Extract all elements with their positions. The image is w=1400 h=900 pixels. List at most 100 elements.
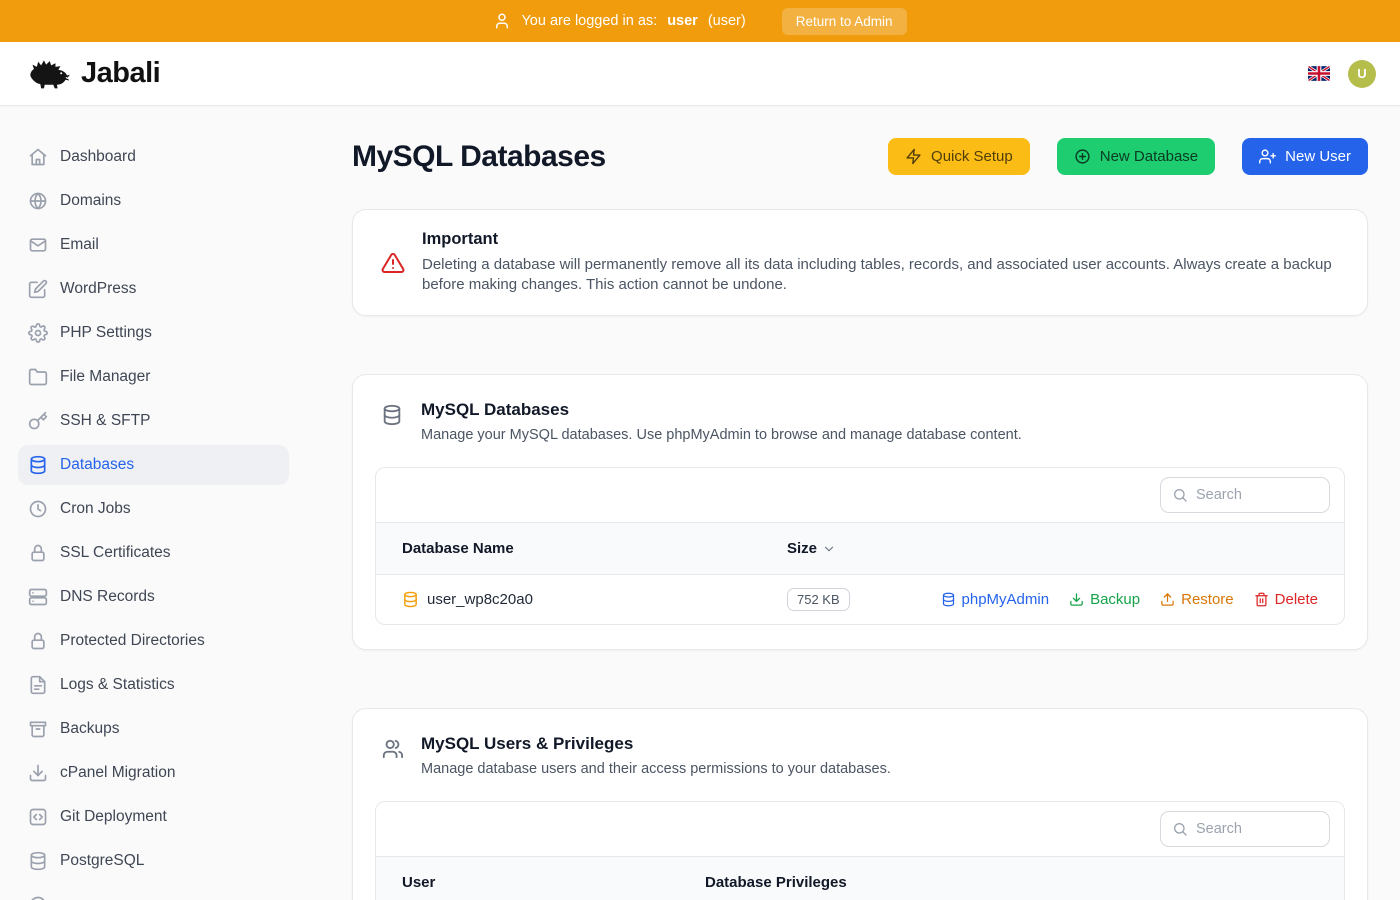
home-icon: [28, 147, 48, 167]
databases-section-title: MySQL Databases: [421, 400, 1022, 420]
download-icon: [28, 763, 48, 783]
person-icon: [493, 12, 511, 30]
sidebar-item-dns-records[interactable]: DNS Records: [18, 577, 289, 617]
databases-search-input[interactable]: [1196, 487, 1318, 503]
backup-label: Backup: [1090, 591, 1140, 608]
sidebar-item-label: Backups: [60, 720, 119, 738]
database-icon: [28, 851, 48, 871]
database-icon: [941, 592, 956, 607]
logged-in-text: You are logged in as:: [521, 13, 657, 29]
phpmyadmin-link[interactable]: phpMyAdmin: [941, 591, 1050, 608]
sidebar-item-cron-jobs[interactable]: Cron Jobs: [18, 489, 289, 529]
clock-icon: [28, 499, 48, 519]
users-section-title: MySQL Users & Privileges: [421, 734, 891, 754]
sidebar-item-label: WordPress: [60, 280, 136, 298]
databases-table-header: Database Name Size: [376, 523, 1344, 574]
database-size-badge: 752 KB: [787, 588, 850, 611]
users-search-box: [1160, 811, 1330, 847]
new-database-button[interactable]: New Database: [1057, 138, 1215, 175]
sidebar-item-label: DNS Records: [60, 588, 155, 606]
sidebar-item-wordpress[interactable]: WordPress: [18, 269, 289, 309]
database-name: user_wp8c20a0: [427, 591, 533, 608]
sidebar-item-postgresql[interactable]: PostgreSQL: [18, 841, 289, 881]
delete-link[interactable]: Delete: [1254, 591, 1318, 608]
column-user: User: [402, 874, 705, 891]
key-icon: [28, 411, 48, 431]
mail-icon: [28, 235, 48, 255]
users-icon: [381, 738, 403, 760]
sidebar-item-label: PHP Settings: [60, 324, 152, 342]
boar-logo-icon: [26, 57, 72, 91]
delete-label: Delete: [1275, 591, 1318, 608]
mysql-databases-card: MySQL Databases Manage your MySQL databa…: [352, 374, 1368, 650]
upload-icon: [1160, 592, 1175, 607]
new-user-button[interactable]: New User: [1242, 138, 1368, 175]
restore-label: Restore: [1181, 591, 1234, 608]
search-icon: [1172, 487, 1188, 503]
logged-in-username: user: [667, 13, 698, 29]
plus-circle-icon: [1074, 148, 1091, 165]
users-table-header: User Database Privileges: [376, 857, 1344, 900]
sidebar-item-cpanel-migration[interactable]: cPanel Migration: [18, 753, 289, 793]
warning-title: Important: [422, 230, 1341, 249]
sidebar-item-databases[interactable]: Databases: [18, 445, 289, 485]
quick-setup-button[interactable]: Quick Setup: [888, 138, 1030, 175]
restore-link[interactable]: Restore: [1160, 591, 1234, 608]
brand[interactable]: Jabali: [26, 57, 160, 91]
sidebar-item-label: Databases: [60, 456, 134, 474]
user-avatar[interactable]: U: [1348, 60, 1376, 88]
sidebar-item-domains[interactable]: Domains: [18, 181, 289, 221]
return-to-admin-button[interactable]: Return to Admin: [782, 8, 907, 35]
sidebar-item-ssh-sftp[interactable]: SSH & SFTP: [18, 401, 289, 441]
database-icon: [28, 455, 48, 475]
sidebar-item-label: File Manager: [60, 368, 150, 386]
column-size: Size: [787, 540, 817, 557]
circle-icon: [28, 895, 48, 900]
search-icon: [1172, 821, 1188, 837]
zap-icon: [905, 148, 922, 165]
main-content: MySQL Databases Quick Setup New Database…: [290, 106, 1400, 900]
sidebar-item-label: PostgreSQL: [60, 852, 144, 870]
lock-icon: [28, 631, 48, 651]
uk-flag-icon[interactable]: [1308, 66, 1330, 81]
sidebar-item-label: Protected Directories: [60, 632, 205, 650]
sidebar-item-label: SSH & SFTP: [60, 412, 150, 430]
brand-name: Jabali: [81, 57, 160, 90]
lock-icon: [28, 543, 48, 563]
code-icon: [28, 807, 48, 827]
chevron-down-icon[interactable]: [822, 542, 836, 556]
app-header: Jabali U: [0, 42, 1400, 106]
archive-icon: [28, 719, 48, 739]
folder-icon: [28, 367, 48, 387]
sidebar-item-file-manager[interactable]: File Manager: [18, 357, 289, 397]
sidebar-item-email[interactable]: Email: [18, 225, 289, 265]
trash-icon: [1254, 592, 1269, 607]
page-title: MySQL Databases: [352, 140, 606, 174]
sidebar-item-protected-directories[interactable]: Protected Directories: [18, 621, 289, 661]
sidebar-item-dashboard[interactable]: Dashboard: [18, 137, 289, 177]
sidebar-item-backups[interactable]: Backups: [18, 709, 289, 749]
sidebar-item-php-settings[interactable]: PHP Settings: [18, 313, 289, 353]
backup-link[interactable]: Backup: [1069, 591, 1140, 608]
database-icon: [381, 404, 403, 426]
users-search-input[interactable]: [1196, 821, 1318, 837]
sidebar-item-label: cPanel Migration: [60, 764, 175, 782]
sidebar-item-git-deployment[interactable]: Git Deployment: [18, 797, 289, 837]
database-table-row: user_wp8c20a0 752 KB phpMyAdmin Backup: [376, 574, 1344, 624]
column-database-name: Database Name: [402, 540, 787, 557]
phpmyadmin-label: phpMyAdmin: [962, 591, 1050, 608]
sidebar-item-partial[interactable]: [18, 885, 289, 900]
impersonation-banner: You are logged in as: user (user) Return…: [0, 0, 1400, 42]
new-database-label: New Database: [1100, 148, 1198, 165]
databases-search-box: [1160, 477, 1330, 513]
users-table: User Database Privileges: [375, 801, 1345, 900]
sidebar-item-ssl-certificates[interactable]: SSL Certificates: [18, 533, 289, 573]
sidebar-item-logs-statistics[interactable]: Logs & Statistics: [18, 665, 289, 705]
settings-icon: [28, 323, 48, 343]
sidebar-item-label: Domains: [60, 192, 121, 210]
logged-in-role: (user): [708, 13, 746, 29]
databases-table: Database Name Size user_wp8c20a0 752 KB: [375, 467, 1345, 625]
sidebar-item-label: Dashboard: [60, 148, 136, 166]
sidebar-item-label: Git Deployment: [60, 808, 167, 826]
sidebar-item-label: Logs & Statistics: [60, 676, 175, 694]
